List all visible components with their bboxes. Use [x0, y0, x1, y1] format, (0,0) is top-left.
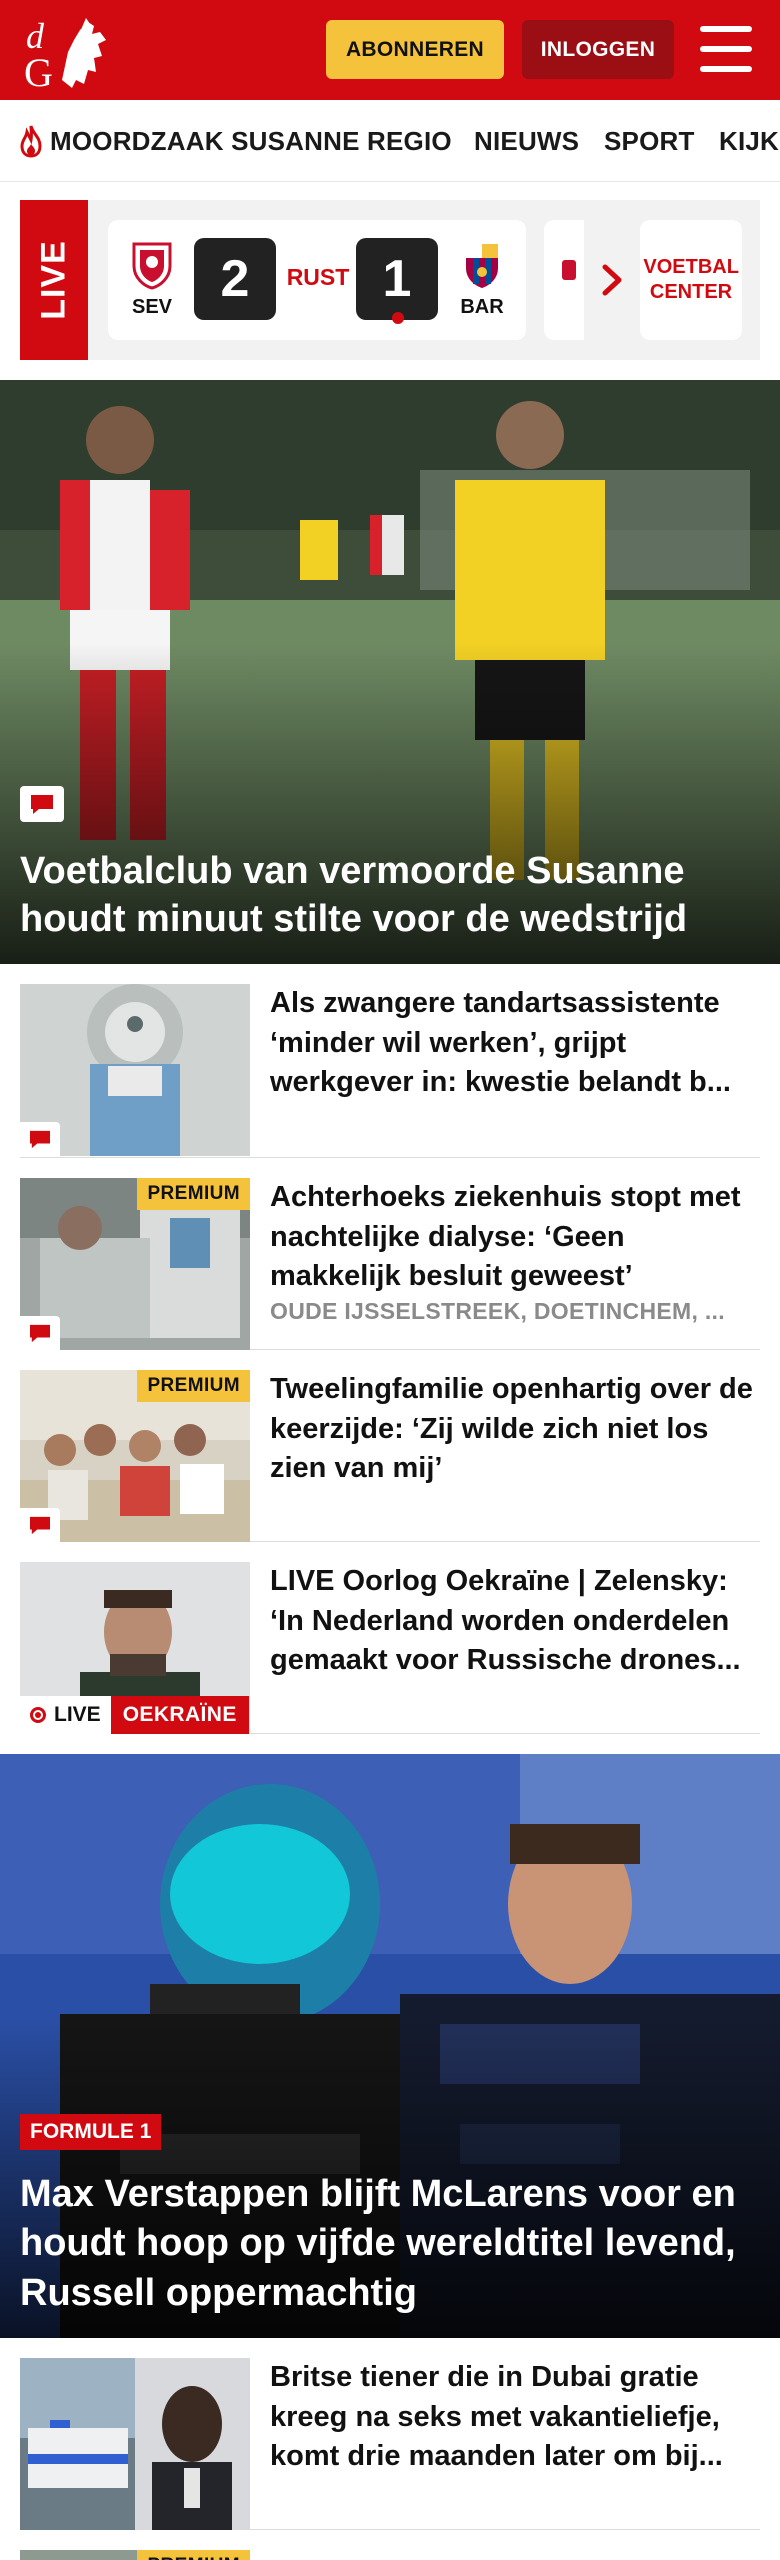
away-team: BAR: [452, 240, 512, 319]
section-nav: MOORDZAAK SUSANNE REGIO NIEUWS SPORT KIJ…: [0, 100, 780, 182]
live-dot-icon: [30, 1707, 46, 1723]
comment-icon: [20, 1316, 60, 1350]
login-button[interactable]: INLOGGEN: [522, 20, 674, 79]
nav-item-moordzaak-susanne[interactable]: MOORDZAAK SUSANNE: [18, 100, 360, 181]
hero-article-susanne[interactable]: Voetbalclub van vermoorde Susanne houdt …: [0, 380, 780, 964]
hero-title: Voetbalclub van vermoorde Susanne houdt …: [20, 849, 688, 941]
voetbal-center-button[interactable]: VOETBAL CENTER: [640, 220, 742, 340]
premium-badge: PREMIUM: [137, 2550, 250, 2560]
nav-item-label: MOORDZAAK SUSANNE: [50, 125, 360, 156]
hero-title: Max Verstappen blijft McLarens voor en h…: [20, 2172, 736, 2314]
live-dot-icon: [392, 312, 404, 324]
article-thumbnail: LIVE OEKRAÏNE: [20, 1562, 250, 1734]
comment-icon: [20, 1508, 60, 1542]
article-row[interactable]: PREMIUM: [20, 2530, 760, 2560]
subscribe-button[interactable]: ABONNEREN: [326, 20, 504, 79]
article-thumbnail: [20, 2358, 250, 2530]
home-score: 2: [194, 238, 276, 320]
sevilla-crest-icon: [132, 242, 172, 290]
article-thumbnail: PREMIUM: [20, 1370, 250, 1542]
away-score: 1: [356, 238, 438, 320]
match-status: RUST: [286, 264, 350, 290]
topic-tag: FORMULE 1: [20, 2114, 162, 2150]
article-thumbnail: [20, 984, 250, 1156]
article-row[interactable]: PREMIUM Achterhoeks ziekenhuis stopt met…: [20, 1158, 760, 1350]
comment-icon: [20, 786, 64, 822]
article-row[interactable]: Als zwangere tandartsassistente ‘minder …: [20, 964, 760, 1158]
article-thumbnail: PREMIUM: [20, 1178, 250, 1350]
next-match-card[interactable]: [544, 220, 584, 340]
article-row[interactable]: PREMIUM Tweelingfamilie openhartig over …: [20, 1350, 760, 1542]
premium-badge: PREMIUM: [137, 1370, 250, 1402]
article-title: Tweelingfamilie openhartig over de keerz…: [270, 1373, 753, 1485]
article-title: Als zwangere tandartsassistente ‘minder …: [270, 987, 731, 1099]
top-header: d G ABONNEREN INLOGGEN: [0, 0, 780, 100]
nav-item-regio[interactable]: REGIO: [367, 100, 452, 181]
topic-tag: OEKRAÏNE: [110, 1696, 249, 1734]
nav-item-nieuws[interactable]: NIEUWS: [474, 100, 579, 181]
live-indicator: LIVE OEKRAÏNE: [20, 1696, 249, 1734]
article-title: LIVE Oorlog Oekraïne | Zelensky: ‘In Ned…: [270, 1565, 741, 1677]
article-row[interactable]: Britse tiener die in Dubai gratie kreeg …: [20, 2338, 760, 2530]
nav-item-kijk[interactable]: KIJK: [719, 100, 779, 181]
svg-text:G: G: [24, 50, 53, 92]
article-location: OUDE IJSSELSTREEK, DOETINCHEM, ...: [270, 1298, 725, 1324]
live-scores-label: LIVE: [20, 200, 88, 360]
match-card[interactable]: SEV 2 RUST 1 BAR: [108, 220, 526, 340]
article-row[interactable]: LIVE OEKRAÏNE LIVE Oorlog Oekraïne | Zel…: [20, 1542, 760, 1734]
menu-icon[interactable]: [700, 26, 752, 72]
chevron-right-icon[interactable]: [588, 220, 636, 340]
barcelona-crest-icon: [466, 244, 498, 288]
nav-item-sport[interactable]: SPORT: [604, 100, 695, 181]
away-team-abbr: BAR: [460, 296, 504, 318]
comment-icon: [20, 1122, 60, 1156]
live-scores-strip: LIVE SEV 2 RUST 1 BAR VOETBAL CENTER: [20, 200, 760, 360]
article-title: Britse tiener die in Dubai gratie kreeg …: [270, 2361, 723, 2473]
hero-article-verstappen[interactable]: FORMULE 1 Max Verstappen blijft McLarens…: [0, 1754, 780, 2338]
police-and-teen-image: [20, 2358, 250, 2530]
article-title: Achterhoeks ziekenhuis stopt met nachtel…: [270, 1181, 741, 1293]
live-label: LIVE: [54, 1703, 101, 1726]
home-team-abbr: SEV: [131, 296, 173, 318]
article-thumbnail: PREMIUM: [20, 2550, 250, 2560]
flame-icon: [20, 125, 42, 158]
home-team: SEV: [122, 240, 182, 319]
premium-badge: PREMIUM: [137, 1178, 250, 1210]
dg-logo[interactable]: d G: [22, 10, 118, 92]
